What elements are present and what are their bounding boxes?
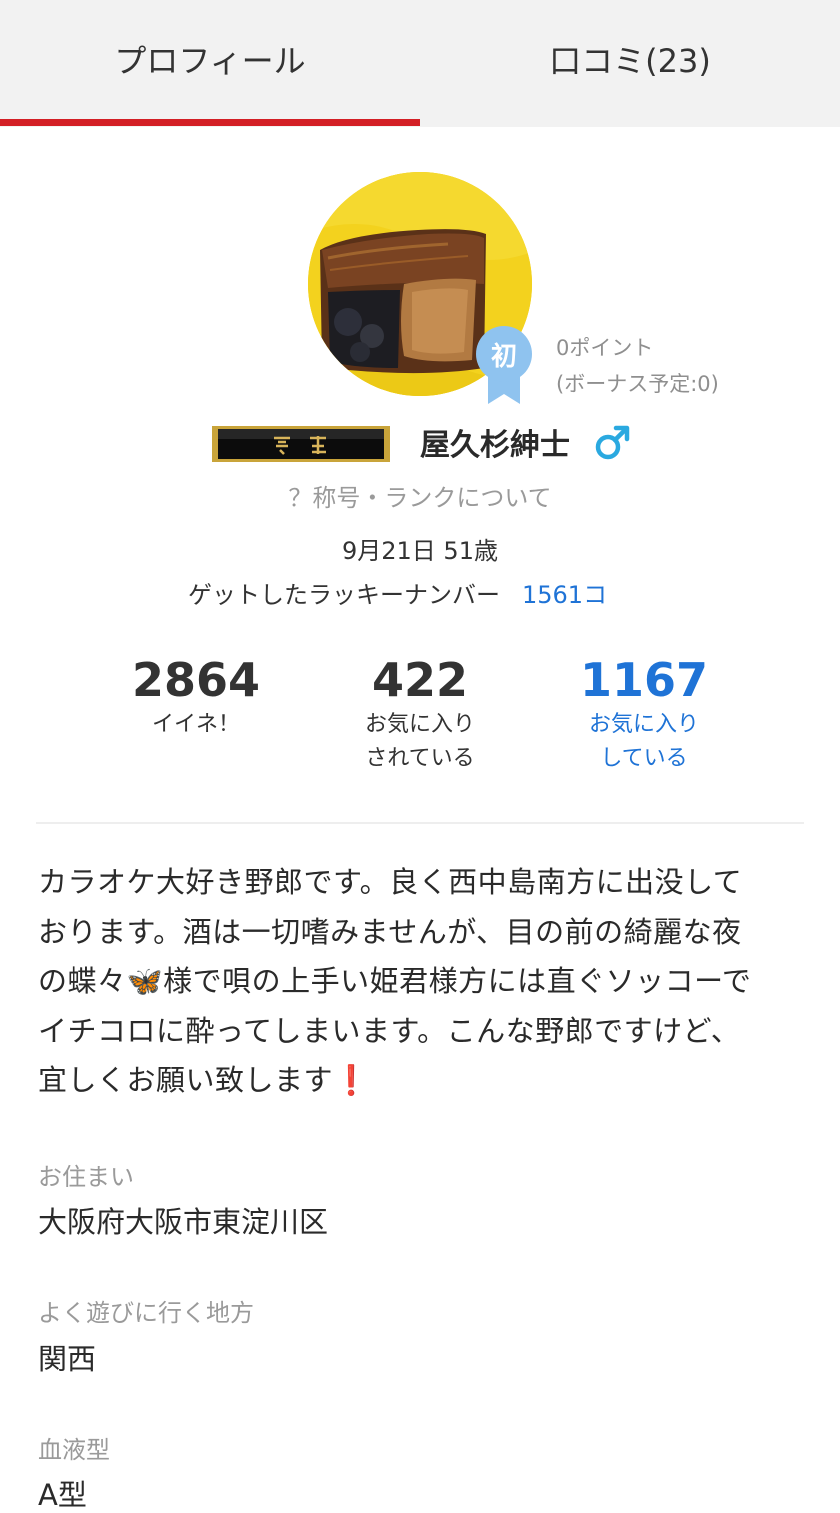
blood-type-value: A型 bbox=[38, 1478, 87, 1512]
section-divider bbox=[36, 822, 804, 824]
rank-badge-label: 初 bbox=[490, 342, 517, 372]
user-name: 屋久杉紳士 bbox=[420, 428, 570, 463]
favoriting-label-1: お気に入り bbox=[588, 712, 699, 737]
area-label: よく遊びに行く地方 bbox=[38, 1299, 254, 1327]
rank-badge: 初 bbox=[474, 326, 534, 406]
tab-reviews[interactable]: 口コミ(23) bbox=[420, 0, 840, 127]
bonus-points: (ボーナス予定:0) bbox=[556, 372, 719, 396]
bio-text: カラオケ大好き野郎です。良く西中島南方に出没して おります。酒は一切嗜みませんが… bbox=[38, 858, 808, 1106]
stat-favoriting[interactable]: 1167 お気に入り している bbox=[534, 652, 754, 776]
points-info: 0ポイント (ボーナス予定:0) bbox=[556, 330, 719, 402]
rank-info-link[interactable]: ？称号・ランクについて bbox=[0, 478, 840, 513]
lucky-number-value[interactable]: 1561コ bbox=[522, 581, 607, 609]
likes-label: イイネ！ bbox=[151, 712, 240, 737]
favoriting-count: 1167 bbox=[579, 653, 709, 707]
lucky-number-label: ゲットしたラッキーナンバー bbox=[188, 581, 500, 609]
bio-line: イチコロに酔ってしまいます。こんな野郎ですけど、 bbox=[38, 1013, 741, 1048]
bio-line: の蝶々🦋様で唄の上手い姫君様方には直ぐソッコーで bbox=[38, 964, 752, 998]
title-plate-icon bbox=[212, 426, 390, 462]
tab-bar: プロフィール 口コミ(23) bbox=[0, 0, 840, 127]
favorited-label-2: されている bbox=[365, 746, 475, 771]
stat-favorited: 422 お気に入り されている bbox=[310, 652, 530, 776]
residence-value: 大阪府大阪市東淀川区 bbox=[38, 1205, 329, 1239]
active-tab-indicator bbox=[0, 119, 420, 126]
bio-line: おります。酒は一切嗜みませんが、目の前の綺麗な夜 bbox=[38, 914, 742, 949]
tab-profile[interactable]: プロフィール bbox=[0, 0, 420, 127]
favoriting-label-2: している bbox=[600, 746, 688, 771]
blood-type-label: 血液型 bbox=[38, 1436, 110, 1464]
male-icon bbox=[594, 424, 630, 462]
favorited-label-1: お気に入り bbox=[364, 712, 475, 737]
stat-likes: 2864 イイネ！ bbox=[86, 652, 306, 742]
likes-count: 2864 bbox=[131, 653, 261, 707]
birthday-age: 9月21日 51歳 bbox=[342, 537, 498, 565]
bio-line: 宜しくお願い致します❗ bbox=[38, 1063, 370, 1097]
favorited-count: 422 bbox=[371, 653, 469, 707]
points-value: 0ポイント bbox=[556, 336, 654, 360]
bio-line: カラオケ大好き野郎です。良く西中島南方に出没して bbox=[38, 865, 743, 899]
lucky-number-row: ゲットしたラッキーナンバー 1561コ bbox=[188, 575, 607, 610]
area-value: 関西 bbox=[38, 1342, 97, 1376]
residence-label: お住まい bbox=[38, 1163, 134, 1191]
